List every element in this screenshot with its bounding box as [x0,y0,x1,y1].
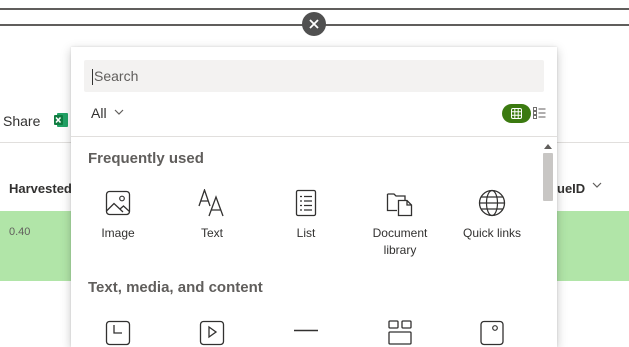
search-input[interactable] [84,60,544,92]
table-cell-value: 0.40 [9,226,31,238]
tile-label: Text [200,226,223,240]
scroll-up-arrow-icon[interactable] [544,143,552,149]
tile-quick-links[interactable]: Quick links [447,189,537,242]
document-library-icon [386,193,413,217]
scrollbar[interactable] [541,139,555,347]
list-icon [295,189,317,217]
filter-dropdown[interactable]: All [91,105,124,121]
web-part-picker: All Frequently used Image Text [71,47,557,347]
chevron-down-icon[interactable] [592,180,602,190]
close-icon [309,19,319,29]
tile-label: List [296,226,316,240]
tile-web-part[interactable] [355,319,445,347]
column-header-harvested[interactable]: Harvested [9,181,72,196]
video-icon [199,320,225,346]
tile-chart[interactable] [73,319,163,347]
panel-divider [71,136,557,137]
text-icon [198,189,224,217]
quick-links-icon [478,189,506,217]
tile-label: Quick links [462,226,521,240]
chevron-down-icon [114,109,123,115]
text-cursor [92,69,93,85]
tile-image[interactable]: Image [73,189,163,242]
grid-view-icon [511,108,522,119]
tile-image-gallery[interactable] [447,319,537,347]
tile-divider[interactable] [261,319,351,347]
share-button[interactable]: Share [3,113,40,129]
tile-video[interactable] [167,319,257,347]
web-part-icon [388,320,412,345]
column-header-ueid[interactable]: ueID [557,181,585,196]
tile-text[interactable]: Text [167,189,257,242]
chart-icon [105,320,131,346]
top-rule [0,8,629,10]
tile-label: Image [101,226,135,240]
list-view-icon[interactable] [533,107,546,119]
divider-icon [294,329,318,332]
tile-label: Document library [372,226,428,257]
scroll-thumb[interactable] [543,153,553,201]
tile-list[interactable]: List [261,189,351,242]
search-box[interactable] [84,60,544,92]
section-title-frequently-used: Frequently used [88,150,204,167]
excel-icon[interactable] [53,112,69,128]
tile-document-library[interactable]: Document library [355,189,445,259]
image-gallery-icon [480,320,504,346]
image-icon [105,190,131,216]
filter-label: All [91,105,107,121]
section-title-text-media-content: Text, media, and content [88,279,263,296]
close-button[interactable] [302,12,326,36]
grid-view-toggle[interactable] [502,104,531,123]
